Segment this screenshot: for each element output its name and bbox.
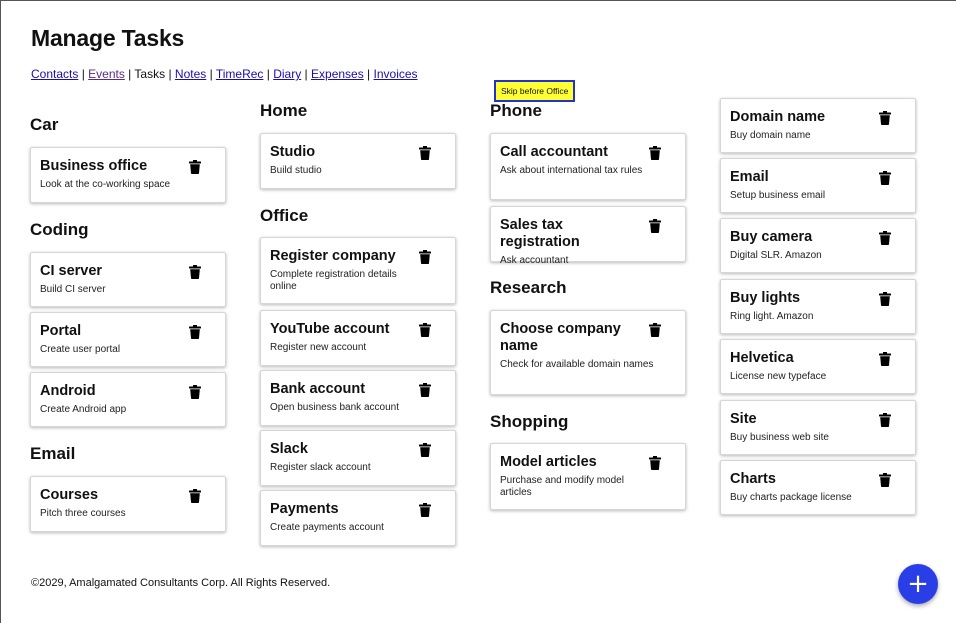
task-card[interactable]: Register company Complete registration de…	[260, 237, 456, 304]
trash-icon[interactable]	[879, 231, 891, 245]
trash-icon[interactable]	[879, 111, 891, 125]
top-nav: Contacts | Events | Tasks | Notes | Time…	[31, 67, 418, 81]
task-card[interactable]: Portal Create user portal	[30, 312, 226, 367]
task-card[interactable]: Domain name Buy domain name	[720, 98, 916, 153]
add-task-button[interactable]: +	[898, 564, 938, 604]
trash-icon[interactable]	[649, 219, 661, 233]
task-card[interactable]: Payments Create payments account	[260, 490, 456, 546]
task-description: Digital SLR. Amazon	[730, 250, 822, 261]
task-card[interactable]: Choose company name Check for available d…	[490, 310, 686, 395]
task-card[interactable]: Slack Register slack account	[260, 430, 456, 486]
task-description: Pitch three courses	[40, 508, 126, 519]
nav-timerec-link[interactable]: TimeRec	[216, 67, 264, 81]
task-description: Check for available domain names	[500, 359, 654, 370]
task-description: Open business bank account	[270, 402, 399, 413]
trash-icon[interactable]	[189, 385, 201, 399]
task-card[interactable]: Android Create Android app	[30, 372, 226, 427]
task-card[interactable]: Buy camera Digital SLR. Amazon	[720, 218, 916, 273]
category-heading-home: Home	[260, 101, 308, 120]
trash-icon[interactable]	[649, 323, 661, 337]
trash-icon[interactable]	[879, 352, 891, 366]
task-description: License new typeface	[730, 371, 827, 382]
nav-contacts-link[interactable]: Contacts	[31, 67, 78, 81]
nav-invoices-link[interactable]: Invoices	[374, 67, 418, 81]
task-description: Build CI server	[40, 284, 106, 295]
trash-icon[interactable]	[419, 503, 431, 517]
task-description: Purchase and modify model articles	[500, 475, 624, 498]
task-card[interactable]: Call accountant Ask about international t…	[490, 133, 686, 200]
task-description: Buy charts package license	[730, 492, 852, 503]
task-card[interactable]: Buy lights Ring light. Amazon	[720, 279, 916, 334]
nav-tasks-current: Tasks	[134, 67, 166, 81]
trash-icon[interactable]	[419, 250, 431, 264]
trash-icon[interactable]	[189, 489, 201, 503]
trash-icon[interactable]	[419, 323, 431, 337]
task-description: Register new account	[270, 342, 367, 353]
category-heading-car: Car	[30, 115, 59, 134]
nav-expenses-link[interactable]: Expenses	[311, 67, 364, 81]
trash-icon[interactable]	[419, 443, 431, 457]
task-description: Buy business web site	[730, 432, 829, 443]
task-card[interactable]: Studio Build studio	[260, 133, 456, 189]
task-card[interactable]: YouTube account Register new account	[260, 310, 456, 366]
task-card[interactable]: Helvetica License new typeface	[720, 339, 916, 394]
trash-icon[interactable]	[649, 456, 661, 470]
nav-events-link[interactable]: Events	[88, 67, 125, 81]
nav-diary-link[interactable]: Diary	[273, 67, 301, 81]
task-card[interactable]: Site Buy business web site	[720, 400, 916, 455]
task-description: Register slack account	[270, 462, 371, 473]
trash-icon[interactable]	[879, 292, 891, 306]
task-description: Setup business email	[730, 190, 826, 201]
trash-icon[interactable]	[189, 160, 201, 174]
task-description: Create Android app	[40, 404, 127, 415]
task-description: Ask about international tax rules	[500, 165, 643, 176]
trash-icon[interactable]	[189, 325, 201, 339]
category-heading-email: Email	[30, 444, 76, 463]
skip-tooltip: Skip before Office	[494, 80, 576, 102]
trash-icon[interactable]	[419, 146, 431, 160]
category-heading-coding: Coding	[30, 220, 89, 239]
category-heading-shopping: Shopping	[490, 412, 569, 431]
trash-icon[interactable]	[649, 146, 661, 160]
trash-icon[interactable]	[419, 383, 431, 397]
task-card[interactable]: Charts Buy charts package license	[720, 460, 916, 515]
task-description: Buy domain name	[730, 130, 811, 141]
plus-icon: +	[907, 569, 929, 599]
footer-copyright: ©2029, Amalgamated Consultants Corp. All…	[31, 577, 331, 589]
task-card[interactable]: Courses Pitch three courses	[30, 476, 226, 532]
task-description: Create user portal	[40, 344, 121, 355]
category-heading-office: Office	[260, 206, 309, 225]
task-card[interactable]: Sales tax registration Ask accountant	[490, 206, 686, 266]
trash-icon[interactable]	[879, 171, 891, 185]
nav-notes-link[interactable]: Notes	[175, 67, 206, 81]
category-heading-research: Research	[490, 278, 567, 297]
task-card[interactable]: Business office Look at the co-working sp…	[30, 147, 226, 203]
task-card[interactable]: Email Setup business email	[720, 158, 916, 213]
trash-icon[interactable]	[879, 413, 891, 427]
task-description: Complete registration details online	[270, 269, 397, 292]
trash-icon[interactable]	[879, 473, 891, 487]
task-card[interactable]: Model articles Purchase and modify model …	[490, 443, 686, 510]
task-description: Look at the co-working space	[40, 179, 171, 190]
task-description: Create payments account	[270, 522, 384, 533]
page-title: Manage Tasks	[31, 25, 185, 51]
trash-icon[interactable]	[189, 265, 201, 279]
category-heading-phone: Phone	[490, 101, 542, 120]
task-description: Build studio	[270, 165, 322, 176]
task-description: Ask accountant	[500, 255, 569, 266]
task-card[interactable]: CI server Build CI server	[30, 252, 226, 307]
task-card[interactable]: Bank account Open business bank account	[260, 370, 456, 426]
task-description: Ring light. Amazon	[730, 311, 814, 322]
